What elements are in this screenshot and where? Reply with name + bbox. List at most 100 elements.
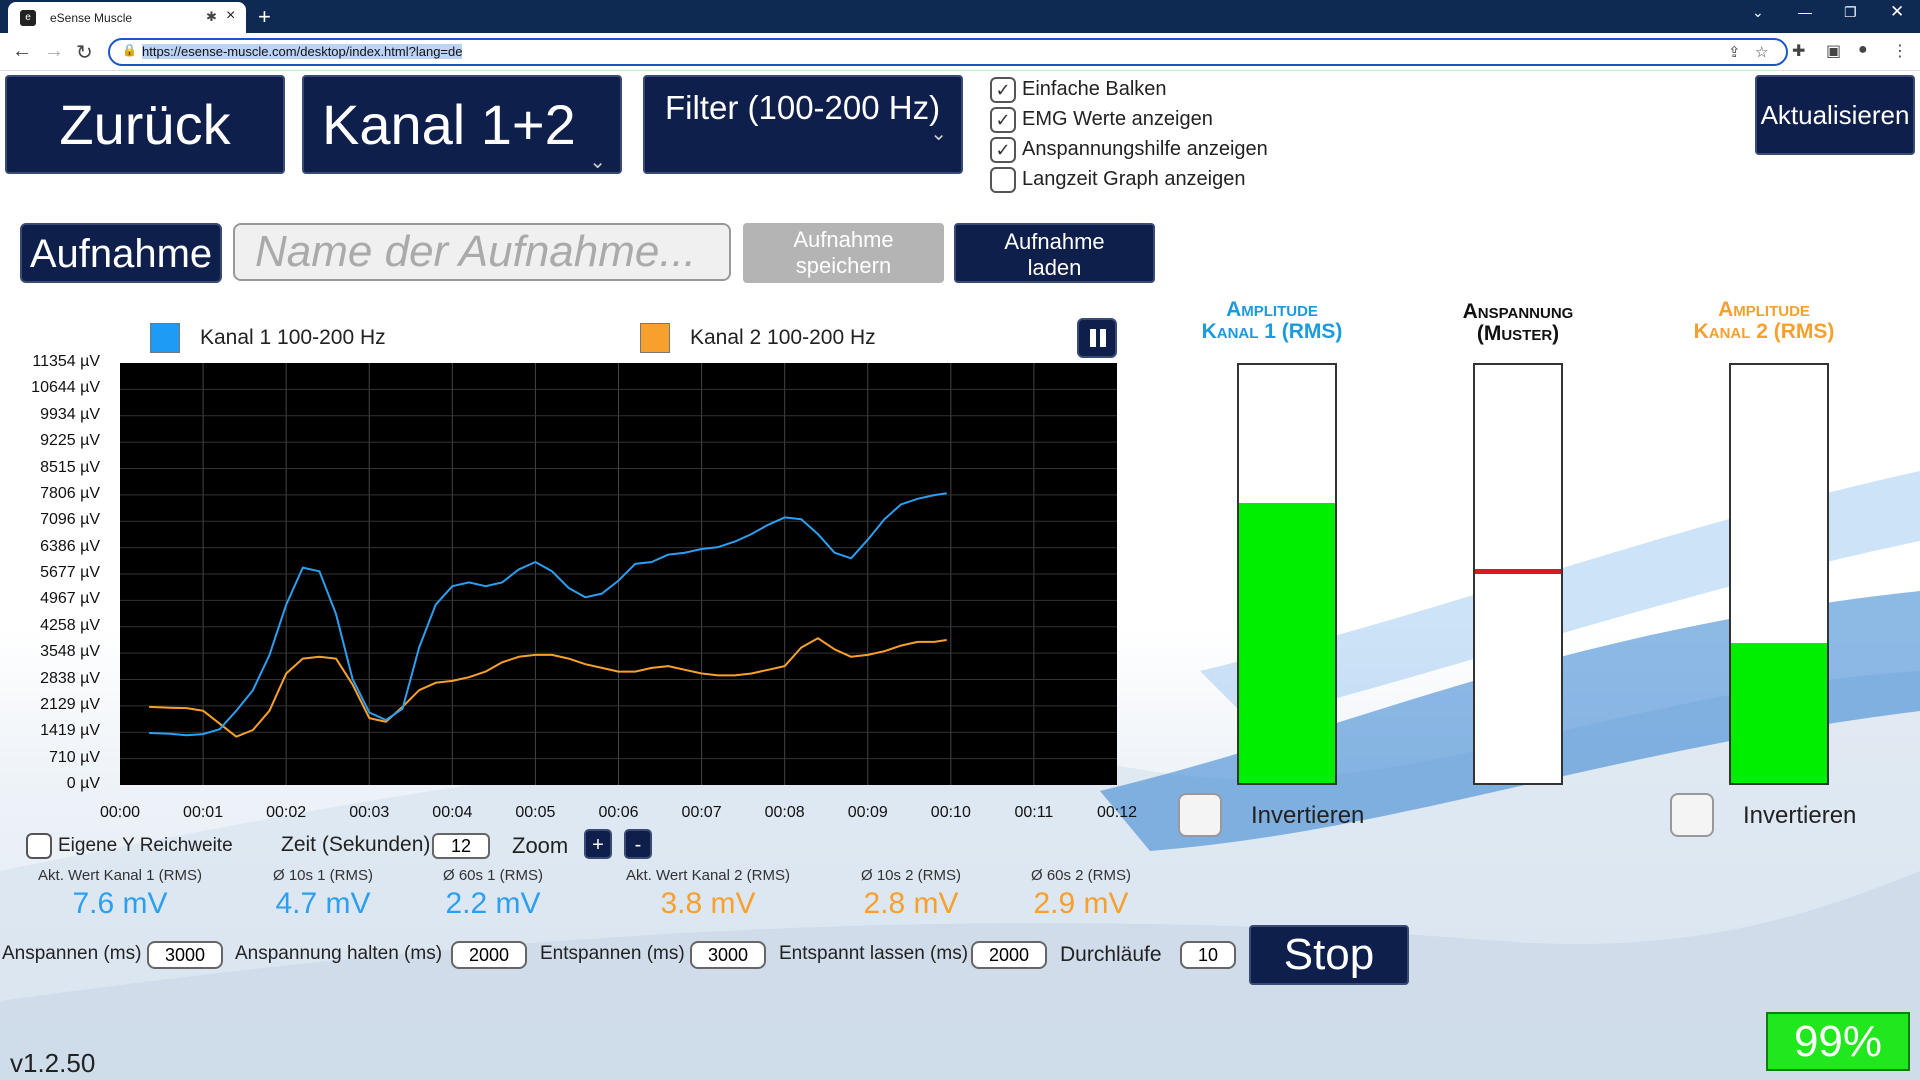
tab-close-icon[interactable]: × <box>226 7 235 25</box>
invert-label-k2: Invertieren <box>1743 802 1857 829</box>
stat-value-avg60-k2: 2.9 mV <box>1033 887 1129 920</box>
hold-input[interactable]: 2000 <box>451 941 527 969</box>
app-area: Zurück Kanal 1+2 ⌄ Filter (100-200 Hz) ⌄… <box>0 71 1920 1080</box>
meter-title-amplitude-k2: Amplitude Kanal 2 (RMS) <box>1654 299 1874 343</box>
profile-icon[interactable]: ● <box>1858 41 1868 59</box>
load-recording-button[interactable]: Aufnahme laden <box>954 223 1155 283</box>
share-icon[interactable]: ⇪ <box>1728 43 1741 61</box>
option-longterm-graph[interactable]: Langzeit Graph anzeigen <box>990 166 1246 193</box>
amplitude-meter-k2 <box>1729 363 1829 785</box>
minimize-icon[interactable]: — <box>1798 4 1812 20</box>
relaxed-label: Entspannt lassen (ms) <box>779 943 969 964</box>
x-tick-label: 00:02 <box>266 804 307 821</box>
bookmark-star-icon[interactable]: ☆ <box>1755 43 1768 61</box>
time-seconds-input[interactable]: 12 <box>432 833 490 859</box>
extensions-icon[interactable]: ✚ <box>1792 41 1805 61</box>
restore-icon[interactable]: ❐ <box>1844 4 1857 21</box>
x-tick-label: 00:10 <box>930 804 971 821</box>
option-simple-bars[interactable]: ✓ Einfache Balken <box>990 76 1167 103</box>
back-icon[interactable]: ← <box>12 40 32 63</box>
amplitude-meter-k1 <box>1237 363 1337 785</box>
stat-label-current-k1: Akt. Wert Kanal 1 (RMS) <box>38 867 202 884</box>
stat-label-avg60-k1: Ø 60s 1 (RMS) <box>442 867 544 884</box>
legend-swatch-kanal2[interactable] <box>640 323 670 353</box>
x-tick-label: 00:00 <box>99 804 141 821</box>
invert-checkbox-k1[interactable] <box>1178 793 1222 837</box>
zoom-label: Zoom <box>512 833 569 858</box>
option-label: Einfache Balken <box>1022 78 1167 100</box>
chevron-down-icon: ⌄ <box>589 151 606 173</box>
tab-search-icon[interactable]: ⌄ <box>1752 4 1764 21</box>
own-y-range-option[interactable]: Eigene Y Reichweite <box>26 833 233 859</box>
checkbox-longterm-graph[interactable] <box>990 166 1016 193</box>
side-panel-icon[interactable]: ▣ <box>1826 41 1841 61</box>
relax-input[interactable]: 3000 <box>690 941 766 969</box>
y-tick-label: 710 µV <box>48 748 100 766</box>
url-text[interactable]: https://esense-muscle.com/desktop/index.… <box>142 44 463 59</box>
y-tick-label: 2129 µV <box>40 695 100 713</box>
stop-button[interactable]: Stop <box>1249 925 1409 985</box>
new-tab-icon[interactable]: + <box>258 4 271 30</box>
option-show-emg[interactable]: ✓ EMG Werte anzeigen <box>990 106 1213 133</box>
meter-title-line: Kanal 1 (RMS) <box>1201 320 1343 343</box>
zoom-in-button[interactable]: + <box>584 829 612 859</box>
y-tick-label: 5677 µV <box>40 564 100 581</box>
stat-label-avg60-k2: Ø 60s 2 (RMS) <box>1030 867 1132 884</box>
menu-icon[interactable]: ⋮ <box>1892 41 1908 61</box>
invert-checkbox-k2[interactable] <box>1670 793 1714 837</box>
address-bar[interactable]: 🔒 https://esense-muscle.com/desktop/inde… <box>108 38 1788 66</box>
browser-tab[interactable]: e eSense Muscle ✱ × <box>8 2 246 33</box>
emg-chart-plot <box>120 363 1117 785</box>
bluetooth-icon: ✱ <box>206 9 217 24</box>
reload-icon[interactable]: ↻ <box>76 40 93 65</box>
y-tick-label: 2838 µV <box>40 669 100 687</box>
filter-select-value: Filter (100-200 Hz) <box>665 89 941 126</box>
series-line-kanal1 <box>149 492 947 737</box>
legend-swatch-kanal1[interactable] <box>150 323 180 353</box>
filter-select[interactable]: Filter (100-200 Hz) ⌄ <box>643 75 963 174</box>
refresh-button[interactable]: Aktualisieren <box>1755 75 1915 155</box>
x-tick-label: 00:03 <box>349 804 390 821</box>
recording-name-input[interactable]: Name der Aufnahme... <box>233 223 731 281</box>
tension-meter <box>1473 363 1563 785</box>
channel-select[interactable]: Kanal 1+2 ⌄ <box>302 75 622 174</box>
x-tick-label: 00:12 <box>1096 804 1138 821</box>
pause-button[interactable] <box>1077 318 1117 358</box>
tense-input[interactable]: 3000 <box>147 941 223 969</box>
version-label: v1.2.50 <box>10 1048 96 1078</box>
y-tick-label: 6386 µV <box>40 537 100 555</box>
load-recording-label: Aufnahme <box>1004 229 1105 254</box>
back-button[interactable]: Zurück <box>5 75 285 174</box>
stat-value-current-k1: 7.6 mV <box>72 887 168 920</box>
legend-label-kanal2: Kanal 2 100-200 Hz <box>690 326 876 349</box>
relaxed-input[interactable]: 2000 <box>971 941 1047 969</box>
runs-input[interactable]: 10 <box>1180 941 1236 969</box>
checkbox-simple-bars[interactable]: ✓ <box>990 76 1016 103</box>
x-tick-label: 00:09 <box>847 804 888 821</box>
load-recording-label: laden <box>1027 255 1082 280</box>
meter-title-tension: Anspannung (Muster) <box>1408 301 1628 345</box>
invert-label-k1: Invertieren <box>1251 802 1365 829</box>
tab-title: eSense Muscle <box>50 11 133 25</box>
checkbox-show-emg[interactable]: ✓ <box>990 106 1016 133</box>
x-tick-label: 00:06 <box>598 804 639 821</box>
record-button[interactable]: Aufnahme <box>20 223 222 283</box>
save-recording-button[interactable]: Aufnahme speichern <box>743 223 944 283</box>
channel-select-value: Kanal 1+2 <box>322 93 576 156</box>
chart-legend: Kanal 1 100-200 Hz Kanal 2 100-200 Hz <box>130 315 1030 359</box>
meter-title-line: Kanal 2 (RMS) <box>1693 320 1835 343</box>
y-tick-label: 4967 µV <box>40 590 100 608</box>
legend-label-kanal1: Kanal 1 100-200 Hz <box>200 326 386 349</box>
x-tick-label: 00:05 <box>515 804 556 821</box>
stat-value-avg60-k1: 2.2 mV <box>445 887 541 920</box>
y-tick-label: 4258 µV <box>40 616 100 634</box>
checkbox-tension-aid[interactable]: ✓ <box>990 136 1016 163</box>
emg-chart-svg <box>120 363 1117 785</box>
favicon-icon: e <box>20 10 36 26</box>
option-tension-aid[interactable]: ✓ Anspannungshilfe anzeigen <box>990 136 1268 163</box>
zoom-out-button[interactable]: - <box>624 829 652 859</box>
own-y-range-label: Eigene Y Reichweite <box>58 835 233 857</box>
checkbox-own-y-range[interactable] <box>26 833 52 859</box>
close-window-icon[interactable]: ✕ <box>1890 2 1904 22</box>
forward-icon[interactable]: → <box>44 40 64 63</box>
